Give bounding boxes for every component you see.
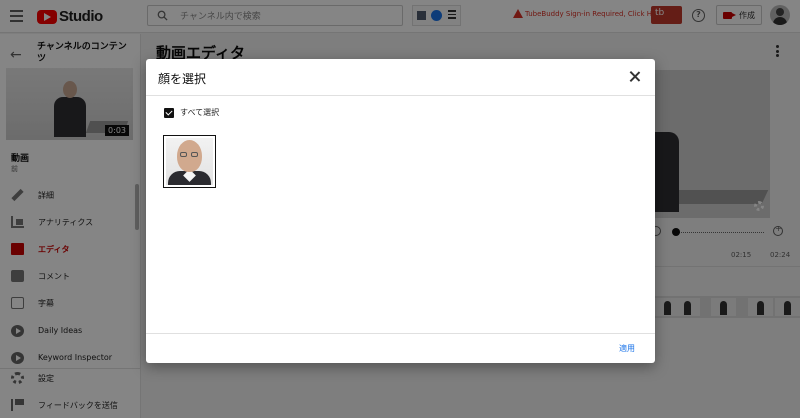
dialog-title: 顔を選択 xyxy=(158,72,207,86)
dialog-divider xyxy=(146,333,655,334)
dialog-divider xyxy=(146,95,655,96)
select-all-checkbox[interactable] xyxy=(164,108,174,118)
close-icon[interactable] xyxy=(629,71,640,82)
select-all-label[interactable]: すべて選択 xyxy=(180,107,219,118)
select-faces-dialog: 顔を選択 すべて選択 適用 xyxy=(146,59,655,363)
face-photo xyxy=(166,138,213,185)
apply-button[interactable]: 適用 xyxy=(619,343,635,354)
face-thumbnail[interactable] xyxy=(163,135,216,188)
